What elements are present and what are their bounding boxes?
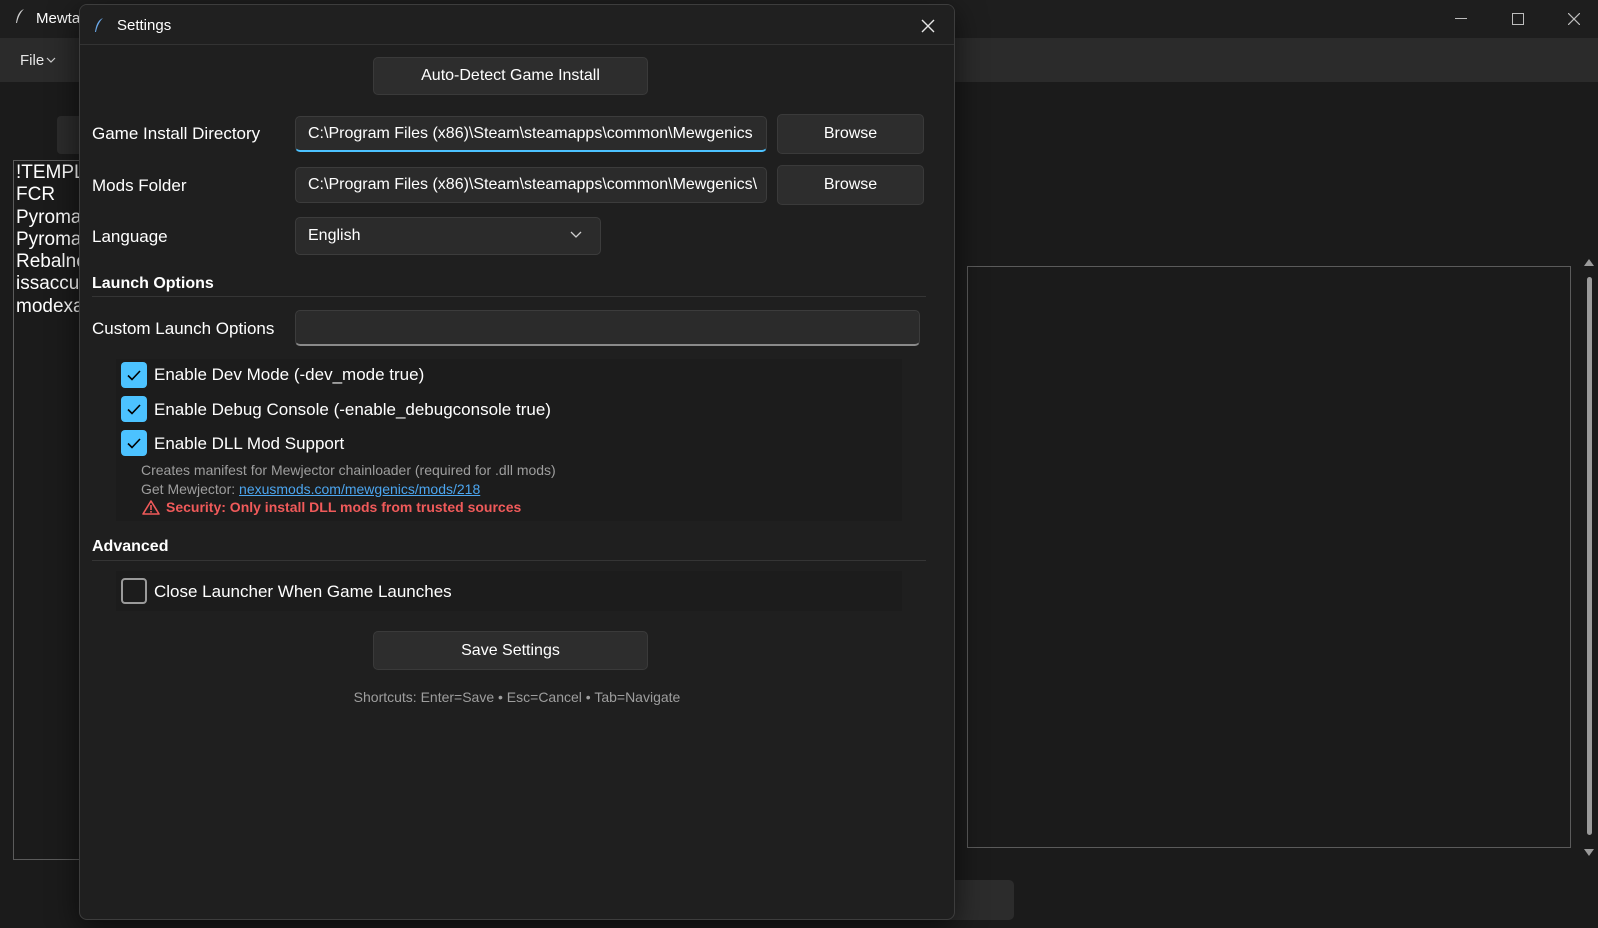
checkmark-icon [127, 369, 141, 381]
browse-game-install-button[interactable]: Browse [777, 114, 924, 154]
dialog-titlebar: Settings [80, 5, 954, 45]
get-mewjector-line: Get Mewjector: nexusmods.com/mewgenics/m… [141, 481, 480, 497]
mewjector-link[interactable]: nexusmods.com/mewgenics/mods/218 [239, 481, 480, 497]
settings-dialog: Settings Auto-Detect Game Install Game I… [79, 4, 955, 920]
scroll-down-arrow-icon[interactable] [1584, 849, 1594, 856]
preview-panel [967, 266, 1571, 848]
get-mewjector-prefix: Get Mewjector: [141, 481, 240, 497]
section-divider [92, 560, 926, 561]
close-launcher-checkbox[interactable] [121, 578, 147, 604]
game-install-directory-input[interactable]: C:\Program Files (x86)\Steam\steamapps\c… [295, 116, 767, 152]
debug-console-label[interactable]: Enable Debug Console (-enable_debugconso… [154, 400, 551, 420]
auto-detect-button[interactable]: Auto-Detect Game Install [373, 57, 648, 95]
warning-icon [142, 499, 160, 515]
checkmark-icon [127, 403, 141, 415]
scroll-up-arrow-icon[interactable] [1584, 259, 1594, 266]
security-warning-text: Security: Only install DLL mods from tru… [166, 499, 522, 515]
advanced-heading: Advanced [92, 538, 169, 555]
maximize-icon[interactable] [1494, 4, 1542, 34]
feather-icon [93, 17, 105, 33]
dialog-close-icon[interactable] [908, 11, 948, 41]
chevron-down-icon [570, 231, 582, 238]
browse-mods-folder-button[interactable]: Browse [777, 165, 924, 205]
dll-mod-support-checkbox[interactable] [121, 430, 147, 456]
vertical-scrollbar[interactable] [1583, 255, 1595, 860]
app-feather-icon [14, 8, 26, 24]
custom-launch-options-input[interactable] [295, 310, 920, 346]
file-menu[interactable]: File [8, 46, 68, 74]
dll-mod-support-label[interactable]: Enable DLL Mod Support [154, 434, 344, 454]
window-close-icon[interactable] [1550, 4, 1598, 34]
custom-launch-options-label: Custom Launch Options [92, 319, 275, 338]
dev-mode-checkbox[interactable] [121, 362, 147, 388]
security-warning: Security: Only install DLL mods from tru… [142, 499, 521, 515]
mods-folder-label: Mods Folder [92, 176, 187, 195]
minimize-icon[interactable] [1437, 4, 1485, 34]
debug-console-checkbox[interactable] [121, 396, 147, 422]
game-install-label: Game Install Directory [92, 124, 261, 143]
checkmark-icon [127, 437, 141, 449]
save-settings-button[interactable]: Save Settings [373, 631, 648, 670]
launch-options-heading: Launch Options [92, 275, 214, 292]
mods-folder-input[interactable]: C:\Program Files (x86)\Steam\steamapps\c… [295, 167, 767, 203]
dialog-title: Settings [117, 17, 172, 34]
shortcuts-hint: Shortcuts: Enter=Save • Esc=Cancel • Tab… [353, 689, 681, 705]
language-label: Language [92, 227, 168, 246]
close-launcher-label[interactable]: Close Launcher When Game Launches [154, 582, 452, 602]
language-value: English [308, 227, 361, 244]
section-divider [92, 296, 926, 297]
dll-note: Creates manifest for Mewjector chainload… [141, 462, 556, 478]
dev-mode-label[interactable]: Enable Dev Mode (-dev_mode true) [154, 365, 424, 385]
language-select[interactable]: English [295, 217, 601, 255]
scrollbar-thumb[interactable] [1587, 277, 1592, 835]
file-menu-label: File [20, 51, 45, 69]
chevron-down-icon [46, 57, 56, 63]
main-window-title: Mewta [36, 10, 81, 27]
